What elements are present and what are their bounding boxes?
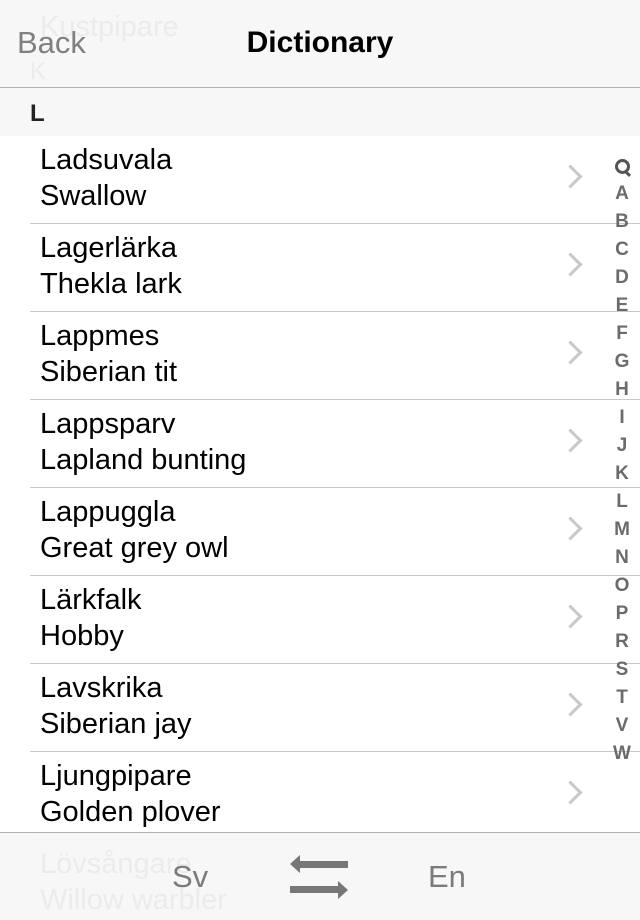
english-word: Great grey owl (40, 532, 229, 564)
swedish-word: Lappsparv (40, 408, 176, 440)
index-letter[interactable]: G (610, 348, 634, 376)
list-item[interactable]: Lappuggla Great grey owl (0, 488, 640, 576)
index-letter[interactable]: F (610, 320, 634, 348)
index-letter[interactable]: B (610, 208, 634, 236)
section-letter: L (30, 100, 45, 127)
index-letter[interactable]: I (610, 404, 634, 432)
swap-arrows-icon[interactable] (290, 855, 348, 899)
chevron-right-icon (558, 340, 583, 365)
english-word: Lapland bunting (40, 444, 247, 476)
index-letter[interactable]: V (610, 712, 634, 740)
index-letter[interactable]: S (610, 656, 634, 684)
list-item[interactable]: Ladsuvala Swallow (0, 136, 640, 224)
source-language-button[interactable]: Sv (172, 859, 208, 895)
swedish-word: Lärkfalk (40, 584, 142, 616)
index-letter[interactable]: K (610, 460, 634, 488)
list-item[interactable]: Lagerlärka Thekla lark (0, 224, 640, 312)
chevron-right-icon (558, 164, 583, 189)
list-item[interactable]: Lappmes Siberian tit (0, 312, 640, 400)
word-list: Ladsuvala Swallow Lagerlärka Thekla lark Lap… (0, 136, 640, 840)
swedish-word: Lappmes (40, 320, 160, 352)
english-word: Siberian jay (40, 708, 192, 740)
index-letter[interactable]: J (610, 432, 634, 460)
alphabet-index[interactable]: ABCDEFGHIJKLMNOPRSTVW (610, 156, 634, 768)
index-letter[interactable]: C (610, 236, 634, 264)
english-word: Thekla lark (40, 268, 182, 300)
index-letter[interactable]: O (610, 572, 634, 600)
english-word: Hobby (40, 620, 124, 652)
chevron-right-icon (558, 428, 583, 453)
index-letter[interactable]: T (610, 684, 634, 712)
navigation-bar: Kustpipare K Back Dictionary (0, 0, 640, 88)
index-letter[interactable]: W (610, 740, 634, 768)
chevron-right-icon (558, 516, 583, 541)
swedish-word: Lappuggla (40, 496, 176, 528)
language-toolbar: Lövsångare Willow warbler Sv En (0, 832, 640, 920)
index-letter[interactable]: E (610, 292, 634, 320)
index-letter[interactable]: M (610, 516, 634, 544)
swedish-word: Lagerlärka (40, 232, 178, 264)
english-word: Golden plover (40, 796, 221, 828)
search-icon[interactable] (610, 156, 634, 180)
english-word: Siberian tit (40, 356, 178, 388)
page-title: Dictionary (246, 26, 394, 59)
chevron-right-icon (558, 252, 583, 277)
index-letter[interactable]: L (610, 488, 634, 516)
index-letter[interactable]: H (610, 376, 634, 404)
list-item[interactable]: Ljungpipare Golden plover (0, 752, 640, 840)
swedish-word: Lavskrika (40, 672, 163, 704)
chevron-right-icon (558, 780, 583, 805)
index-letter[interactable]: P (610, 600, 634, 628)
chevron-right-icon (558, 604, 583, 629)
index-letter[interactable]: N (610, 544, 634, 572)
target-language-button[interactable]: En (428, 859, 466, 895)
index-letter[interactable]: A (610, 180, 634, 208)
ghost-row-sv: Lövsångare (40, 848, 192, 880)
section-header: L (0, 88, 640, 136)
index-letter[interactable]: D (610, 264, 634, 292)
english-word: Swallow (40, 180, 147, 212)
list-item[interactable]: Lärkfalk Hobby (0, 576, 640, 664)
chevron-right-icon (558, 692, 583, 717)
list-item[interactable]: Lappsparv Lapland bunting (0, 400, 640, 488)
swedish-word: Ladsuvala (40, 144, 173, 176)
index-letter[interactable]: R (610, 628, 634, 656)
list-item[interactable]: Lavskrika Siberian jay (0, 664, 640, 752)
swedish-word: Ljungpipare (40, 760, 192, 792)
